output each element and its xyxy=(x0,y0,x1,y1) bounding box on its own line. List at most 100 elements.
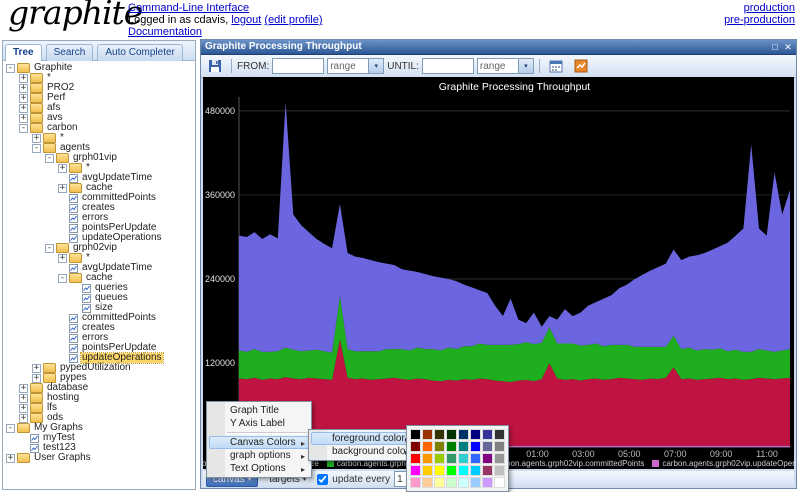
tree-node[interactable]: -grph02vip xyxy=(6,243,195,253)
from-input[interactable] xyxy=(272,58,324,74)
maximize-icon[interactable]: □ xyxy=(769,41,781,53)
auto-refresh-checkbox[interactable] xyxy=(317,474,328,485)
tree-node[interactable]: +Perf xyxy=(6,93,195,103)
expand-icon[interactable]: + xyxy=(32,364,41,373)
color-swatch[interactable] xyxy=(434,429,445,440)
tree-node[interactable]: +pypedUtilization xyxy=(6,363,195,373)
menu-item-graph-options[interactable]: graph options▸ xyxy=(209,449,309,462)
collapse-icon[interactable]: - xyxy=(32,144,41,153)
collapse-icon[interactable]: - xyxy=(6,64,15,73)
expand-icon[interactable]: + xyxy=(19,414,28,423)
collapse-icon[interactable]: - xyxy=(6,424,15,433)
expand-icon[interactable]: + xyxy=(32,134,41,143)
expand-icon[interactable]: + xyxy=(19,84,28,93)
expand-icon[interactable]: + xyxy=(19,74,28,83)
tab-search[interactable]: Search xyxy=(46,44,94,61)
tree-node[interactable]: +User Graphs xyxy=(6,453,195,463)
tree-node[interactable]: -Graphite xyxy=(6,63,195,73)
color-swatch[interactable] xyxy=(482,477,493,488)
color-swatch[interactable] xyxy=(494,453,505,464)
color-swatch[interactable] xyxy=(494,465,505,476)
color-swatch[interactable] xyxy=(458,465,469,476)
color-swatch[interactable] xyxy=(482,441,493,452)
color-swatch[interactable] xyxy=(458,441,469,452)
tree-node[interactable]: +PRO2 xyxy=(6,83,195,93)
menu-item-background-color[interactable]: background color▸ xyxy=(311,445,413,458)
close-icon[interactable]: ✕ xyxy=(782,41,794,53)
tree-node[interactable]: +afs xyxy=(6,103,195,113)
color-swatch[interactable] xyxy=(434,453,445,464)
tree-node[interactable]: +database xyxy=(6,383,195,393)
color-swatch[interactable] xyxy=(470,441,481,452)
tree-node[interactable]: -My Graphs xyxy=(6,423,195,433)
chevron-down-icon[interactable]: ▾ xyxy=(518,58,534,74)
tree-node[interactable]: -grph01vip xyxy=(6,153,195,163)
tree-node[interactable]: +* xyxy=(6,73,195,83)
menu-item-text-options[interactable]: Text Options▸ xyxy=(209,462,309,475)
color-swatch[interactable] xyxy=(422,429,433,440)
color-swatch[interactable] xyxy=(482,465,493,476)
color-swatch[interactable] xyxy=(494,477,505,488)
expand-icon[interactable]: + xyxy=(58,254,67,263)
color-swatch[interactable] xyxy=(410,465,421,476)
edit-profile-link[interactable]: (edit profile) xyxy=(264,14,322,26)
window-titlebar[interactable]: Graphite Processing Throughput □ ✕ xyxy=(201,40,796,55)
color-swatch[interactable] xyxy=(410,477,421,488)
color-swatch[interactable] xyxy=(458,453,469,464)
until-range-input[interactable] xyxy=(477,58,518,74)
menu-item-canvas-colors[interactable]: Canvas Colors▸ xyxy=(209,436,309,449)
date-range-button[interactable] xyxy=(545,56,567,76)
color-swatch[interactable] xyxy=(470,477,481,488)
expand-icon[interactable]: + xyxy=(19,94,28,103)
color-swatch[interactable] xyxy=(446,441,457,452)
expand-icon[interactable]: + xyxy=(19,384,28,393)
collapse-icon[interactable]: - xyxy=(45,244,54,253)
color-swatch[interactable] xyxy=(422,441,433,452)
color-swatch[interactable] xyxy=(458,429,469,440)
menu-item-graph-title[interactable]: Graph Title xyxy=(209,404,309,417)
color-swatch[interactable] xyxy=(446,453,457,464)
production-link[interactable]: production xyxy=(744,2,795,14)
color-swatch[interactable] xyxy=(470,453,481,464)
color-swatch[interactable] xyxy=(494,441,505,452)
from-range-input[interactable] xyxy=(327,58,368,74)
logout-link[interactable]: logout xyxy=(231,14,261,26)
color-swatch[interactable] xyxy=(470,429,481,440)
until-input[interactable] xyxy=(422,58,474,74)
tree-node[interactable]: -carbon xyxy=(6,123,195,133)
expand-icon[interactable]: + xyxy=(32,374,41,383)
expand-icon[interactable]: + xyxy=(19,114,28,123)
tree-node[interactable]: myTest xyxy=(6,433,195,443)
tree-node[interactable]: +avs xyxy=(6,113,195,123)
color-swatch[interactable] xyxy=(482,429,493,440)
tab-tree[interactable]: Tree xyxy=(5,44,42,61)
color-swatch[interactable] xyxy=(434,465,445,476)
preproduction-link[interactable]: pre-production xyxy=(724,14,795,26)
color-swatch[interactable] xyxy=(458,477,469,488)
collapse-icon[interactable]: - xyxy=(19,124,28,133)
expand-icon[interactable]: + xyxy=(19,404,28,413)
color-swatch[interactable] xyxy=(494,429,505,440)
color-swatch[interactable] xyxy=(470,465,481,476)
color-swatch[interactable] xyxy=(446,465,457,476)
color-swatch[interactable] xyxy=(434,441,445,452)
expand-icon[interactable]: + xyxy=(6,454,15,463)
collapse-icon[interactable]: - xyxy=(58,274,67,283)
color-swatch[interactable] xyxy=(410,429,421,440)
menu-item-y-axis-label[interactable]: Y Axis Label xyxy=(209,417,309,430)
save-button[interactable] xyxy=(204,56,226,76)
cli-link[interactable]: Command-Line Interface xyxy=(128,2,249,14)
tree-node[interactable]: +lfs xyxy=(6,403,195,413)
chevron-down-icon[interactable]: ▾ xyxy=(368,58,384,74)
tab-auto-completer[interactable]: Auto Completer xyxy=(97,44,182,61)
docs-link[interactable]: Documentation xyxy=(128,26,202,38)
color-swatch[interactable] xyxy=(410,453,421,464)
tree-node[interactable]: +* xyxy=(6,133,195,143)
expand-icon[interactable]: + xyxy=(19,104,28,113)
expand-icon[interactable]: + xyxy=(58,184,67,193)
menu-item-foreground-color[interactable]: foreground color▸ xyxy=(311,432,413,445)
expand-icon[interactable]: + xyxy=(19,394,28,403)
color-swatch[interactable] xyxy=(446,429,457,440)
collapse-icon[interactable]: - xyxy=(45,154,54,163)
color-swatch[interactable] xyxy=(410,441,421,452)
